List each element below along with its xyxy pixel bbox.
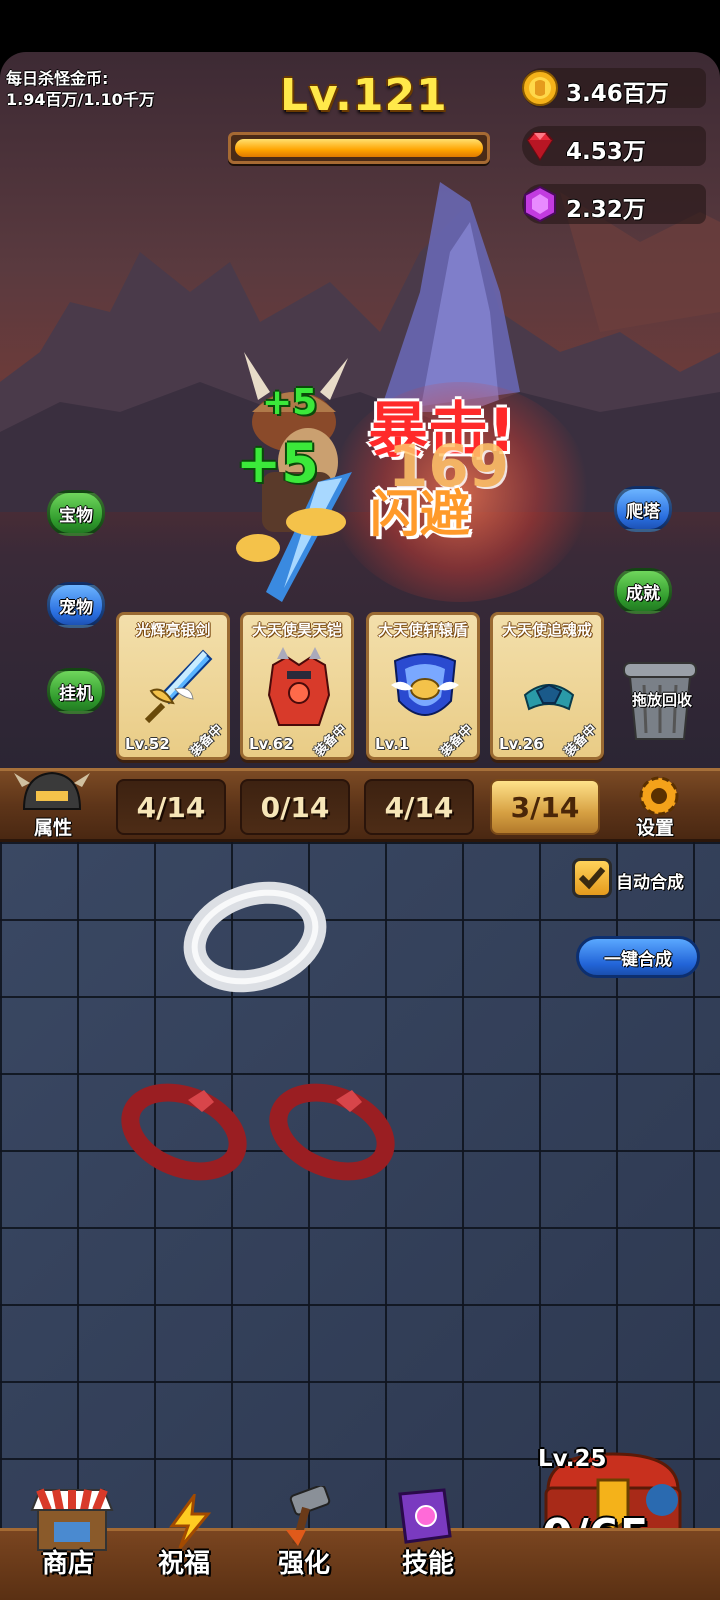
daily-gold-label: 每日杀怪金币:	[6, 69, 109, 88]
nav-blessing[interactable]: 祝福	[158, 1543, 210, 1580]
equipment-card-sword[interactable]: 光辉亮银剑 Lv.52 装备中	[116, 612, 230, 760]
pet-button[interactable]: 宠物	[47, 582, 105, 628]
achievement-button[interactable]: 成就	[614, 568, 672, 614]
heal-popup-small: +5	[262, 382, 318, 423]
treasure-button[interactable]: 宝物	[47, 490, 105, 536]
settings-button[interactable]: 设置	[636, 813, 674, 840]
slot-tab-ring[interactable]: 3/14	[490, 779, 600, 835]
dodge-popup: 闪避	[370, 485, 470, 543]
recycle-bin[interactable]: 拖放回收	[618, 655, 702, 745]
idle-button[interactable]: 挂机	[47, 668, 105, 714]
checkmark-icon	[578, 867, 606, 890]
equipment-name: 光辉亮银剑	[135, 621, 211, 639]
equipment-level: Lv.52	[125, 735, 170, 753]
equipment-card-armor[interactable]: 大天使昊天铠 Lv.62 装备中	[240, 612, 354, 760]
slot-tab-shield[interactable]: 4/14	[364, 779, 474, 835]
level-progress-bar	[228, 132, 490, 164]
gem-value: 2.32万	[566, 197, 646, 223]
ruby-counter[interactable]: 4.53万	[522, 126, 706, 166]
gem-counter[interactable]: 2.32万	[522, 184, 706, 224]
chest-level: Lv.25	[538, 1446, 607, 1472]
tower-button[interactable]: 爬塔	[614, 486, 672, 532]
sword-icon	[144, 649, 213, 724]
level-progress-fill	[235, 139, 483, 157]
gold-coin-icon	[522, 70, 558, 106]
equipment-card-ring[interactable]: 大天使追魂戒 Lv.26 装备中	[490, 612, 604, 760]
gold-counter[interactable]: 3.46百万	[522, 68, 706, 108]
ruby-icon	[526, 132, 554, 161]
slot-tab-weapon[interactable]: 4/14	[116, 779, 226, 835]
auto-merge-checkbox[interactable]	[572, 858, 612, 898]
ring-icon	[523, 683, 575, 711]
player-level: Lv.121	[280, 70, 448, 121]
equipment-level: Lv.1	[375, 735, 410, 753]
red-ring-item[interactable]	[118, 1070, 258, 1190]
game-screen: +5 +5 暴击! 169 闪避 每日杀怪金币: 1.94百万/1.10千万 L…	[0, 0, 720, 1600]
lightning-icon[interactable]	[164, 1494, 214, 1550]
gold-value: 3.46百万	[566, 81, 669, 107]
nav-skills[interactable]: 技能	[402, 1543, 454, 1580]
purple-gem-icon	[524, 185, 556, 223]
daily-gold-value: 1.94百万/1.10千万	[6, 90, 155, 109]
equipment-level: Lv.26	[499, 735, 544, 753]
equipment-name: 大天使昊天铠	[251, 621, 342, 639]
attributes-tab[interactable]: 属性	[34, 813, 72, 840]
skill-book-icon[interactable]	[394, 1488, 456, 1546]
red-ring-item[interactable]	[266, 1070, 406, 1190]
equipment-name: 大天使追魂戒	[501, 621, 592, 639]
equipment-card-shield[interactable]: 大天使轩辕盾 Lv.1 装备中	[366, 612, 480, 760]
armor-icon	[267, 647, 331, 726]
slot-tab-armor[interactable]: 0/14	[240, 779, 350, 835]
equipment-name: 大天使轩辕盾	[377, 621, 468, 639]
daily-gold: 每日杀怪金币: 1.94百万/1.10千万	[6, 68, 155, 110]
equipment-level: Lv.62	[249, 735, 294, 753]
ruby-value: 4.53万	[566, 139, 646, 165]
recycle-label: 拖放回收	[631, 691, 692, 709]
equipment-tab-bar: 属性 4/14 0/14 4/14 3/14 设置	[0, 768, 720, 842]
one-click-merge-button[interactable]: 一键合成	[576, 936, 700, 978]
nav-enhance[interactable]: 强化	[278, 1543, 330, 1580]
hammer-icon[interactable]	[278, 1486, 338, 1548]
silver-ring-item[interactable]	[180, 862, 330, 1012]
auto-merge-label: 自动合成	[616, 873, 684, 893]
helmet-icon[interactable]	[14, 769, 90, 817]
shield-icon	[391, 653, 459, 716]
heal-popup-large: +5	[236, 432, 319, 495]
nav-shop[interactable]: 商店	[42, 1543, 94, 1580]
